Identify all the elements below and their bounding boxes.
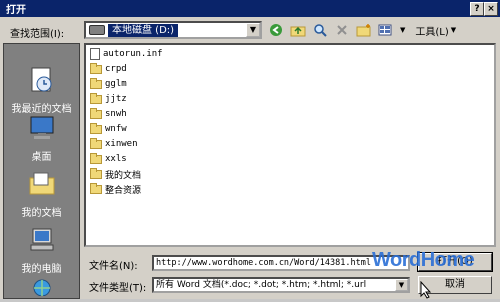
place-my-computer-label: 我的电脑 [21, 264, 62, 275]
search-web-button[interactable] [312, 22, 328, 38]
delete-icon [337, 25, 347, 35]
tools-menu[interactable]: 工具(L) ▼ [415, 23, 456, 38]
filetype-chevron-down-icon[interactable]: ▼ [395, 279, 408, 291]
back-icon [270, 24, 282, 36]
folder-icon [90, 77, 102, 89]
new-folder-button[interactable] [356, 22, 372, 38]
search-icon [314, 24, 327, 37]
new-folder-icon [356, 24, 371, 37]
my-documents-icon [29, 172, 54, 195]
list-item[interactable]: 我的文档 [90, 167, 141, 181]
folder-icon [90, 152, 102, 164]
place-desktop[interactable]: 桌面 [4, 114, 79, 163]
file-name: 我的文档 [105, 170, 142, 181]
filename-input[interactable]: http://www.wordhome.com.cn/Word/14381.ht… [152, 255, 410, 271]
cancel-button[interactable]: 取消 [418, 276, 492, 294]
folder-icon [90, 167, 102, 179]
network-places-icon [33, 279, 50, 297]
tools-label: 工具(L) [415, 26, 449, 38]
recent-docs-icon [31, 67, 51, 92]
place-my-computer[interactable]: 我的电脑 [4, 226, 79, 275]
folder-icon [90, 62, 102, 74]
list-item[interactable]: snwh [90, 107, 127, 121]
desktop-icon [30, 116, 53, 139]
place-my-documents-label: 我的文档 [21, 208, 62, 219]
file-icon [90, 48, 100, 60]
folder-icon [90, 107, 102, 119]
place-desktop-label: 桌面 [31, 152, 52, 163]
tools-chevron-down-icon: ▼ [450, 26, 457, 34]
my-computer-icon [30, 228, 53, 251]
views-icon [378, 24, 392, 36]
open-button[interactable]: 打开(O) [417, 252, 493, 272]
toolbar: ▼ 工具(L) ▼ [268, 21, 456, 39]
list-item[interactable]: gglm [90, 77, 127, 91]
list-item[interactable]: 整合资源 [90, 182, 141, 196]
up-folder-button[interactable] [290, 22, 306, 38]
window-title: 打开 [6, 5, 26, 16]
file-name: autorun.inf [103, 49, 163, 59]
place-my-documents[interactable]: 我的文档 [4, 170, 79, 219]
list-item[interactable]: wnfw [90, 122, 127, 136]
back-button[interactable] [268, 22, 284, 38]
close-button[interactable]: × [484, 2, 498, 16]
file-name: jjtz [105, 94, 127, 104]
place-recent[interactable]: 我最近的文档 [4, 66, 79, 115]
filetype-value: 所有 Word 文档(*.doc; *.dot; *.htm; *.html; … [156, 280, 367, 290]
folder-icon [90, 182, 102, 194]
list-item[interactable]: xxls [90, 152, 127, 166]
delete-button[interactable] [334, 22, 350, 38]
lookin-label: 查找范围(I): [10, 29, 65, 40]
title-bar: 打开 ? × [0, 0, 500, 17]
file-name: xxls [105, 154, 127, 164]
filename-label: 文件名(N): [89, 261, 138, 272]
file-list[interactable]: autorun.inf crpd gglm jjtz snwh wnfw xin… [84, 43, 496, 247]
places-bar: 我最近的文档 桌面 我的文档 我的电脑 [3, 43, 80, 299]
folder-icon [90, 122, 102, 134]
place-recent-label: 我最近的文档 [11, 104, 72, 115]
lookin-dropdown[interactable]: 本地磁盘 (D:) ▼ [84, 21, 262, 39]
file-name: crpd [105, 64, 127, 74]
file-name: gglm [105, 79, 127, 89]
filetype-dropdown[interactable]: 所有 Word 文档(*.doc; *.dot; *.htm; *.html; … [152, 277, 410, 293]
file-name: snwh [105, 109, 127, 119]
folder-icon [90, 92, 102, 104]
list-item[interactable]: xinwen [90, 137, 138, 151]
views-button[interactable] [378, 22, 394, 38]
drive-icon [89, 25, 105, 35]
open-dialog: 查找范围(I): 本地磁盘 (D:) ▼ ▼ 工具(L) ▼ 我最近的文档 桌面… [0, 17, 500, 299]
chevron-down-icon[interactable]: ▼ [246, 23, 260, 37]
file-name: xinwen [105, 139, 138, 149]
help-button[interactable]: ? [470, 2, 484, 16]
lookin-value: 本地磁盘 (D:) [108, 23, 179, 37]
file-name: 整合资源 [105, 185, 142, 196]
views-chevron-down-icon[interactable]: ▼ [400, 26, 405, 34]
list-item[interactable]: crpd [90, 62, 127, 76]
list-item[interactable]: autorun.inf [90, 47, 163, 61]
up-folder-icon [290, 26, 306, 37]
filetype-label: 文件类型(T): [89, 283, 147, 294]
list-item[interactable]: jjtz [90, 92, 127, 106]
place-network[interactable] [4, 276, 79, 302]
folder-icon [90, 137, 102, 149]
file-name: wnfw [105, 124, 127, 134]
